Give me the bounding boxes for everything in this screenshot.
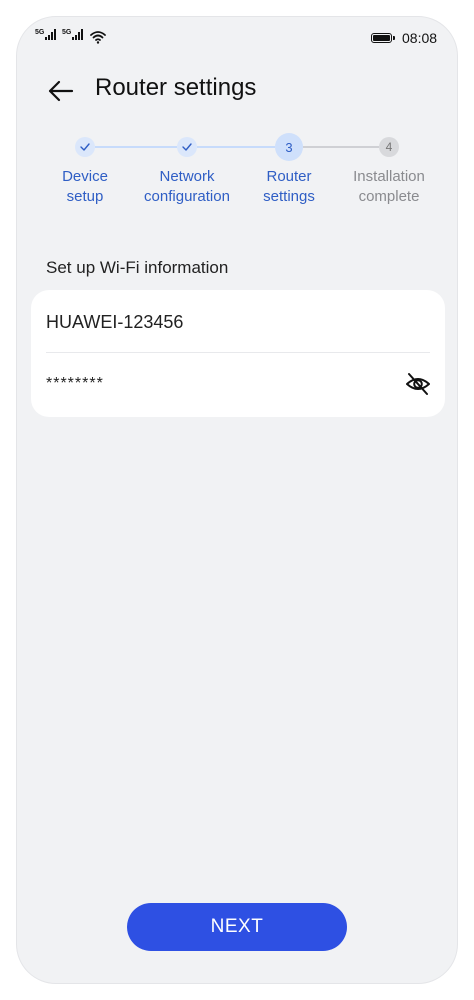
network-type-1: 5G bbox=[35, 29, 45, 36]
signal-2: 5G bbox=[62, 29, 84, 40]
step-3-marker: 3 bbox=[275, 133, 303, 161]
eye-hidden-icon[interactable] bbox=[404, 370, 432, 398]
check-icon bbox=[182, 143, 192, 151]
wifi-name-value: HUAWEI-123456 bbox=[46, 312, 184, 332]
step-connector-3 bbox=[303, 146, 379, 148]
wifi-section-label: Set up Wi-Fi information bbox=[46, 258, 229, 277]
back-arrow-icon[interactable] bbox=[45, 75, 77, 107]
network-type-2: 5G bbox=[62, 29, 72, 36]
wifi-form-card: HUAWEI-123456 ******** bbox=[31, 290, 445, 417]
step-2-marker bbox=[177, 137, 197, 157]
wifi-name-field[interactable]: HUAWEI-123456 bbox=[46, 290, 430, 352]
step-connector-1 bbox=[95, 146, 177, 148]
check-icon bbox=[80, 143, 90, 151]
wifi-password-value: ******** bbox=[46, 375, 104, 392]
clock: 08:08 bbox=[402, 30, 438, 46]
phone-screen: 5G 5G 08:08 Router settings 3 4 Device s… bbox=[16, 16, 458, 984]
signal-1: 5G bbox=[35, 29, 57, 40]
app-header: Router settings bbox=[17, 69, 457, 109]
signal-bars-icon bbox=[45, 29, 57, 40]
battery-icon bbox=[371, 33, 395, 43]
status-bar: 5G 5G 08:08 bbox=[17, 17, 457, 61]
step-4-label: Installation complete bbox=[329, 167, 449, 207]
step-4-label-line2: complete bbox=[358, 188, 420, 205]
wifi-icon bbox=[90, 31, 106, 44]
step-connector-2 bbox=[197, 146, 275, 148]
page-title: Router settings bbox=[95, 74, 257, 101]
wifi-password-field[interactable]: ******** bbox=[46, 353, 430, 415]
signal-bars-icon bbox=[72, 29, 84, 40]
next-button[interactable]: NEXT bbox=[127, 903, 347, 951]
setup-stepper: 3 4 Device setup Network configuration R… bbox=[17, 133, 457, 233]
step-1-marker bbox=[75, 137, 95, 157]
step-4-marker: 4 bbox=[379, 137, 399, 157]
step-4-label-line1: Installation bbox=[353, 168, 425, 185]
